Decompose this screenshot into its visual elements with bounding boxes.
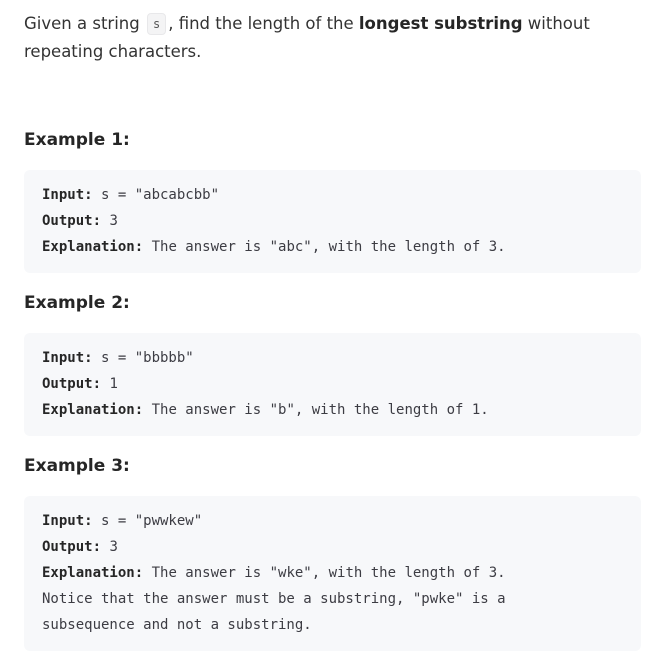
output-label: Output: <box>42 213 102 229</box>
example-3-block: Input: s = "pwwkew" Output: 3 Explanatio… <box>24 496 641 651</box>
example-1-explanation-line: Explanation: The answer is "abc", with t… <box>42 234 623 260</box>
input-label: Input: <box>42 187 93 203</box>
explanation-label: Explanation: <box>42 565 144 581</box>
example-3-output: 3 <box>101 539 118 555</box>
example-1-input: s = "abcabcbb" <box>92 187 220 203</box>
example-1-block: Input: s = "abcabcbb" Output: 3 Explanat… <box>24 170 641 273</box>
example-2-output-line: Output: 1 <box>42 371 623 397</box>
inline-code-s: s <box>146 13 167 35</box>
example-2-explanation: The answer is "b", with the length of 1. <box>143 402 489 418</box>
explanation-label: Explanation: <box>42 239 144 255</box>
example-1-title: Example 1: <box>24 130 130 150</box>
example-2-title: Example 2: <box>24 293 130 313</box>
example-1-output: 3 <box>101 213 118 229</box>
example-2-output: 1 <box>101 376 118 392</box>
example-3-note-line-1: Notice that the answer must be a substri… <box>42 591 506 607</box>
example-3-explanation: The answer is "wke", with the length of … <box>143 565 506 581</box>
example-2-explanation-line: Explanation: The answer is "b", with the… <box>42 397 623 423</box>
example-3-title: Example 3: <box>24 456 130 476</box>
example-3-input-line: Input: s = "pwwkew" <box>42 508 623 534</box>
input-label: Input: <box>42 350 93 366</box>
problem-statement: Given a string s, find the length of the… <box>24 10 641 66</box>
example-1-input-line: Input: s = "abcabcbb" <box>42 182 623 208</box>
statement-bold: longest substring <box>358 14 523 33</box>
output-label: Output: <box>42 539 102 555</box>
example-2-input: s = "bbbbb" <box>92 350 194 366</box>
statement-text-2: , find the length of the <box>168 14 359 33</box>
example-3-input: s = "pwwkew" <box>92 513 203 529</box>
example-2-block: Input: s = "bbbbb" Output: 1 Explanation… <box>24 333 641 436</box>
problem-description: Given a string s, find the length of the… <box>24 10 641 651</box>
output-label: Output: <box>42 376 102 392</box>
example-3-output-line: Output: 3 <box>42 534 623 560</box>
statement-text-1: Given a string <box>24 14 145 33</box>
example-2-input-line: Input: s = "bbbbb" <box>42 345 623 371</box>
example-1-explanation: The answer is "abc", with the length of … <box>143 239 506 255</box>
example-3-note-line-2: subsequence and not a substring. <box>42 617 312 633</box>
input-label: Input: <box>42 513 93 529</box>
example-3-explanation-line: Explanation: The answer is "wke", with t… <box>42 560 623 586</box>
example-1-output-line: Output: 3 <box>42 208 623 234</box>
explanation-label: Explanation: <box>42 402 144 418</box>
